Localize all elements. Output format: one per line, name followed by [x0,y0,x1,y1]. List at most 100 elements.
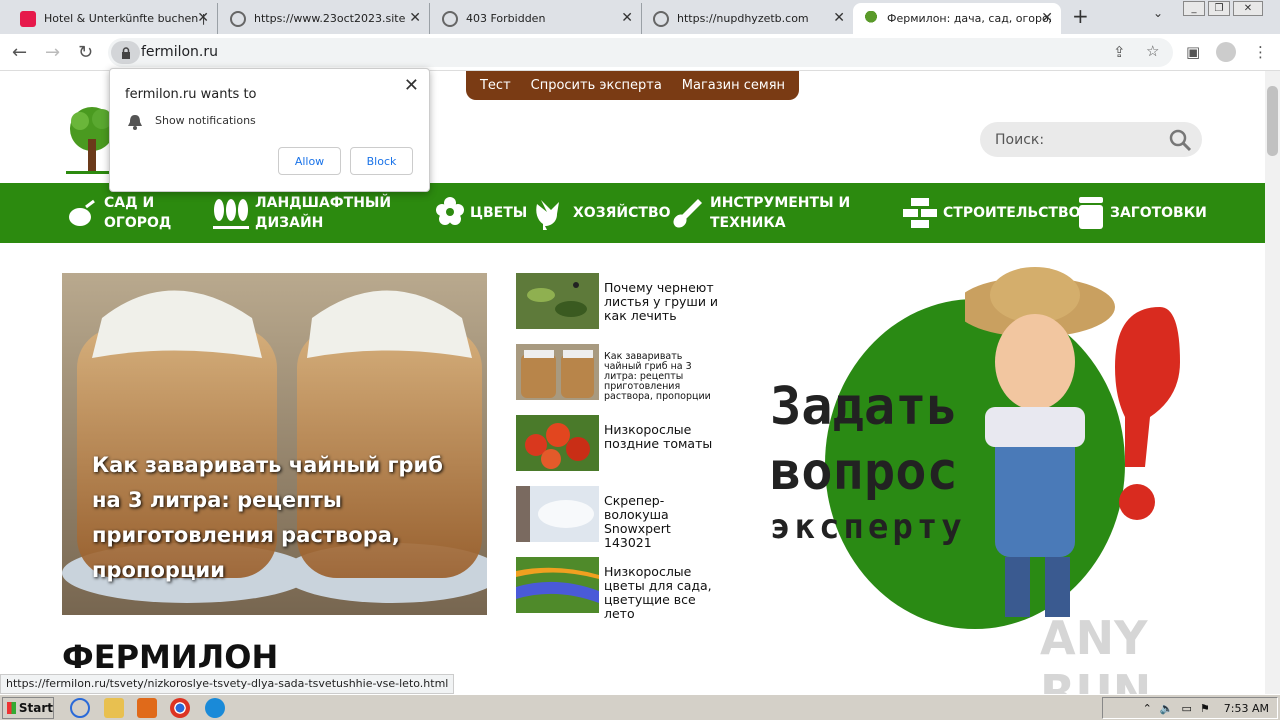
edge-icon[interactable] [205,698,225,718]
close-icon[interactable]: ✕ [833,10,845,26]
rooster-icon [536,200,559,230]
nav-label: ЛАНДШАФТНЫЙ ДИЗАЙН [255,195,392,231]
search-icon[interactable] [1168,128,1192,152]
shovel-icon [673,199,702,228]
bricks-icon [903,198,937,228]
tab-hotel[interactable]: Hotel & Unterkünfte buchen | A ✕ [10,3,218,34]
article-title[interactable]: Почему чернеют листья у груши и как лечи… [604,281,719,323]
featured-article-title[interactable]: Как заваривать чайный гриб на 3 литра: р… [92,448,472,588]
page-scrollbar[interactable] [1265,71,1280,694]
page-heading: ФЕРМИЛОН [62,638,279,676]
side-panel-icon[interactable]: ▣ [1186,43,1200,61]
airbnb-icon [20,10,36,27]
nav-label: САД И ОГОРОД [104,195,172,231]
article-title[interactable]: Как заваривать чайный гриб на 3 литра: р… [604,352,719,402]
restore-button[interactable]: ❐ [1208,1,1230,16]
vegetables-icon [69,199,95,226]
start-button[interactable]: Start [2,697,54,719]
nav-label: ХОЗЯЙСТВО [573,205,671,221]
close-icon[interactable]: ✕ [409,10,421,26]
nav-landscape[interactable]: ЛАНДШАФТНЫЙ ДИЗАЙН [213,183,391,243]
globe-icon [230,10,246,27]
folder-icon[interactable] [104,698,124,718]
anyrun-watermark: ANY RUN [1040,611,1152,694]
chrome-icon[interactable] [170,698,190,718]
notification-permission-popup: fermilon.ru wants to ✕ Show notification… [109,68,430,192]
ask-expert-banner[interactable]: Задать вопрос эксперту [765,267,1185,632]
close-icon[interactable]: ✕ [621,10,633,26]
pear-leaves-thumbnail [516,273,599,329]
search-input[interactable]: Поиск: [980,122,1202,157]
farmer-mascot-image [965,267,1180,617]
flowers-thumbnail [516,557,599,613]
close-icon[interactable]: ✕ [404,75,419,96]
back-icon[interactable]: ← [12,42,27,63]
tab-23oct[interactable]: https://www.23oct2023.site ✕ [220,3,430,34]
tab-title: Фермилон: дача, сад, огород [887,12,1051,25]
url-text: fermilon.ru [141,44,218,60]
snow-scraper-thumbnail [516,486,599,542]
globe-icon [442,10,458,27]
minimize-button[interactable]: _ [1183,1,1205,16]
kombucha-thumbnail [516,344,599,400]
lock-icon[interactable] [111,41,140,64]
close-icon[interactable]: ✕ [197,10,209,26]
tab-title: Hotel & Unterkünfte buchen | A [44,12,207,25]
nav-label: ИНСТРУМЕНТЫ И ТЕХНИКА [710,195,851,231]
scrollbar-thumb[interactable] [1267,86,1278,156]
menu-kebab-icon[interactable]: ⋮ [1253,43,1268,61]
trees-icon [213,199,249,229]
article-title[interactable]: Низкорослые поздние томаты [604,423,719,451]
share-icon[interactable]: ⇪ [1113,43,1126,61]
nav-preserves[interactable]: ЗАГОТОВКИ [1078,183,1207,243]
banner-line-1: Задать [770,377,958,437]
main-nav: САД И ОГОРОД ЛАНДШАФТНЫЙ ДИЗАЙН ЦВЕТЫ ХО… [0,183,1265,243]
popup-title: fermilon.ru wants to [125,87,257,102]
network-icon[interactable]: ▭ [1182,702,1192,715]
tab-title: https://www.23oct2023.site [254,12,406,25]
nav-tools[interactable]: ИНСТРУМЕНТЫ И ТЕХНИКА [672,183,850,243]
tray-chevron-icon[interactable]: ⌃ [1143,702,1152,715]
window-close-button[interactable]: ✕ [1233,1,1263,16]
top-menu-seed-shop[interactable]: Магазин семян [682,78,785,93]
top-menu-ask-expert[interactable]: Спросить эксперта [531,78,662,93]
reload-icon[interactable]: ↻ [78,42,93,63]
banner-line-3: эксперту [770,507,966,547]
tab-nupdhyzetb[interactable]: https://nupdhyzetb.com ✕ [643,3,853,34]
new-tab-button[interactable]: + [1072,4,1089,28]
nav-garden[interactable]: САД И ОГОРОД [66,183,171,243]
block-button[interactable]: Block [350,147,413,175]
nav-household[interactable]: ХОЗЯЙСТВО [533,183,671,243]
nav-label: СТРОИТЕЛЬСТВО [943,205,1081,221]
ie-icon[interactable] [70,698,90,718]
nav-construction[interactable]: СТРОИТЕЛЬСТВО [903,183,1081,243]
profile-avatar-icon[interactable] [1216,42,1236,62]
media-player-icon[interactable] [137,698,157,718]
address-bar[interactable]: fermilon.ru ⇪ ☆ [108,38,1173,67]
forward-icon[interactable]: → [45,42,60,63]
flag-icon[interactable]: ⚑ [1200,702,1210,715]
clock[interactable]: 7:53 AM [1224,702,1269,715]
tab-fermilon[interactable]: Фермилон: дача, сад, огород ✕ [853,3,1061,34]
bookmark-star-icon[interactable]: ☆ [1146,42,1159,60]
tab-title: 403 Forbidden [466,12,546,25]
tab-403[interactable]: 403 Forbidden ✕ [432,3,642,34]
tab-strip: Hotel & Unterkünfte buchen | A ✕ https:/… [0,0,1280,34]
windows-logo-icon [7,702,16,714]
windows-taskbar: Start ⌃ 🔈 ▭ ⚑ 7:53 AM [0,694,1280,720]
popup-description: Show notifications [155,114,256,127]
allow-button[interactable]: Allow [278,147,341,175]
volume-icon[interactable]: 🔈 [1160,702,1174,715]
top-menu-test[interactable]: Тест [480,78,511,93]
tab-search-chevron-icon[interactable]: ⌄ [1153,6,1163,20]
flower-icon [436,197,464,225]
article-title[interactable]: Низкорослые цветы для сада, цветущие все… [604,565,719,621]
tree-icon [863,10,879,27]
nav-flowers[interactable]: ЦВЕТЫ [436,183,527,243]
start-label: Start [18,701,53,715]
close-icon[interactable]: ✕ [1041,10,1053,26]
featured-article[interactable]: Как заваривать чайный гриб на 3 литра: р… [62,273,487,615]
status-bar-url: https://fermilon.ru/tsvety/nizkoroslye-t… [0,674,455,694]
bell-icon [128,115,142,130]
article-title[interactable]: Скрепер-волокуша Snowxpert 143021 [604,494,719,550]
